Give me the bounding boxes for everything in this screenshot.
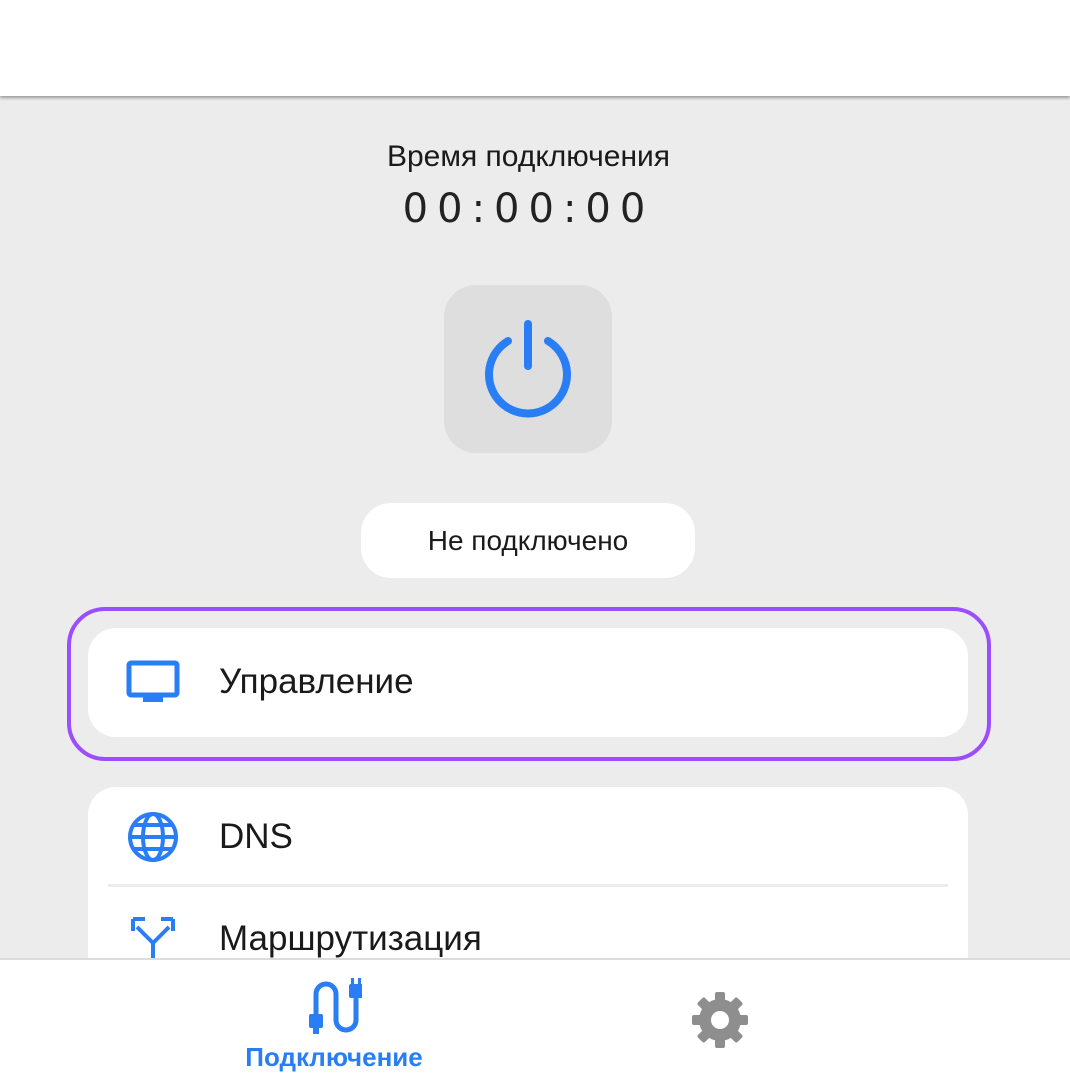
tab-connection[interactable]: Подключение [234,960,434,1080]
monitor-icon [126,655,180,709]
tab-connection-label: Подключение [245,1042,423,1072]
app-screen: Время подключения 00:00:00 Не подключено… [0,0,1070,1080]
connection-time-label: Время подключения [386,140,671,173]
cable-icon [306,978,363,1041]
menu-item-label: DNS [219,817,293,856]
menu-item-dns[interactable]: DNS [88,787,968,887]
connection-status-badge: Не подключено [361,503,695,578]
menu-item-label: Маршрутизация [219,919,482,958]
connection-status-text: Не подключено [427,524,629,556]
power-button[interactable] [444,285,612,453]
menu-item-label: Управление [219,662,414,701]
divider [108,884,948,887]
globe-icon [126,810,180,864]
top-app-bar [0,0,1070,96]
gear-icon [690,990,750,1055]
menu-item-management[interactable]: Управление [88,628,968,737]
power-icon [485,320,571,418]
tab-settings[interactable] [660,960,780,1080]
connection-time-value: 00:00:00 [402,186,655,232]
bottom-navigation: Подключение [0,958,1070,1080]
